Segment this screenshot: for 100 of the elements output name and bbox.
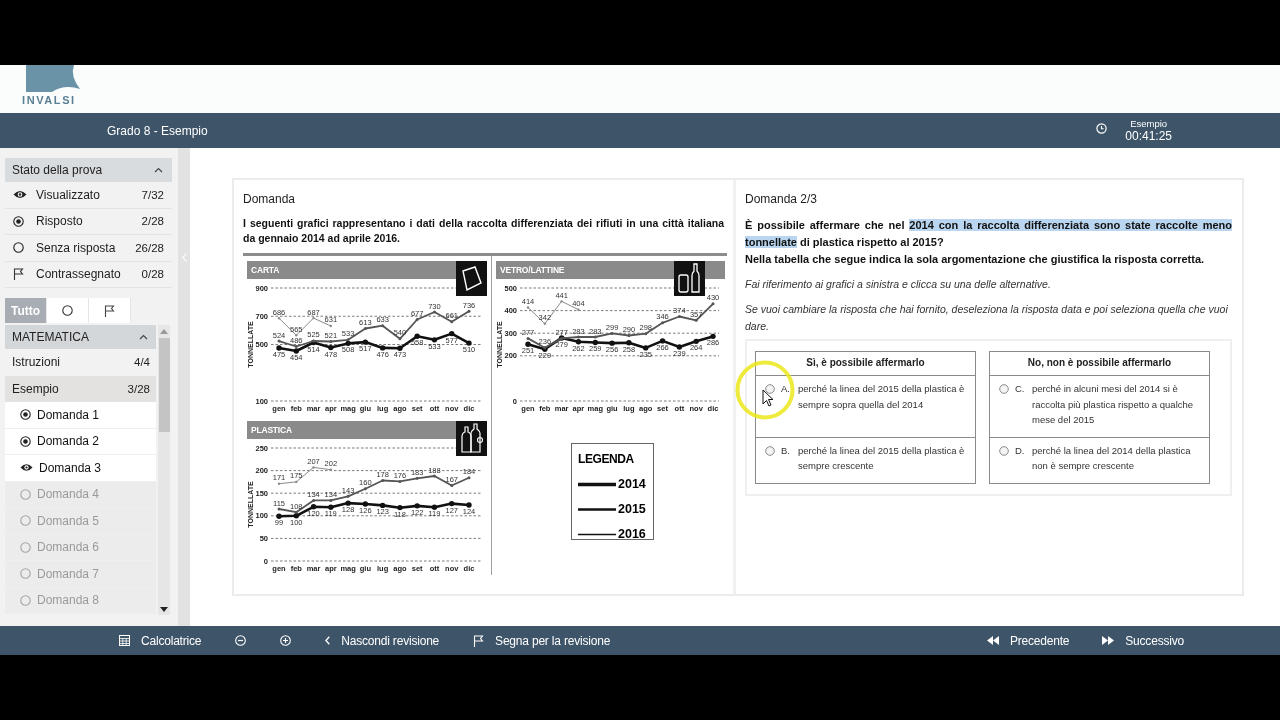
instruction-text: Nella tabella che segue indica la sola argomentazione che giustifica la risposta corretta. (745, 252, 1206, 267)
eye-icon (13, 190, 27, 200)
filter-tab[interactable] (89, 298, 131, 323)
data-point (398, 337, 402, 341)
option-text: perché la linea del 2014 della plastica non è sempre crescente (1032, 443, 1192, 473)
previous-button[interactable]: Precedente (986, 630, 1070, 651)
scrollbar-thumb[interactable] (158, 338, 170, 432)
data-point (466, 502, 472, 508)
data-point (362, 501, 369, 507)
circle-icon (13, 242, 24, 254)
data-point (414, 503, 420, 509)
scrollbar-track[interactable] (158, 325, 170, 615)
data-point (310, 504, 317, 510)
data-point (362, 339, 369, 345)
status-label: Visualizzato (36, 187, 100, 202)
status-label: Contrassegnato (36, 267, 121, 282)
hide-review-button[interactable]: Nascondi revisione (325, 630, 440, 651)
question-text: È possibile affermare che nel 2014 con la raccolta differenziata sono state raccolte meno tonnellate di plastica rispetto al 2015? (745, 218, 1232, 250)
data-point (710, 333, 716, 340)
data-point (329, 498, 333, 502)
data-point (626, 340, 632, 346)
radio-button[interactable] (999, 384, 1009, 394)
section-header[interactable]: MATEMATICA (5, 325, 156, 349)
scroll-up-arrow-icon[interactable] (160, 329, 168, 334)
data-point (643, 345, 649, 351)
data-point (560, 300, 563, 303)
data-point (276, 345, 282, 351)
option-letter: D. (1015, 443, 1026, 458)
data-point (415, 318, 419, 321)
data-point (379, 345, 386, 351)
next-button[interactable]: Successivo (1102, 630, 1184, 651)
bottles-icon (456, 421, 487, 456)
clock-icon (1096, 123, 1108, 134)
legend-label: 2015 (618, 502, 646, 517)
data-point (694, 318, 698, 322)
radio-dot-icon (13, 215, 24, 227)
hint-text: Fai riferimento ai grafici a sinistra e clicca su una delle alternative. (745, 277, 1052, 292)
logo-icon (24, 65, 80, 92)
circle-icon (20, 541, 31, 553)
data-point (295, 480, 298, 484)
legend-label: 2016 (618, 527, 646, 542)
radio-button[interactable] (999, 445, 1009, 456)
table-header-cell: Sì, è possibile affermarlo (755, 351, 976, 376)
data-point (414, 333, 420, 339)
circle-icon (20, 594, 31, 606)
data-point (677, 315, 681, 318)
data-point (363, 487, 367, 491)
zoom-out-icon[interactable] (235, 635, 247, 646)
hint-text: Se vuoi cambiare la risposta che hai fornito, deseleziona la risposta data e poi seleziona quella che vuoi dare. (745, 302, 1229, 334)
data-point (276, 513, 282, 519)
flag-icon (13, 268, 24, 281)
mark-for-review-button[interactable]: Segna per la revisione (473, 630, 611, 651)
radio-button[interactable] (765, 384, 775, 394)
radio-dot-icon (20, 435, 31, 447)
status-count: 0/28 (141, 268, 164, 281)
status-count: 2/28 (141, 215, 164, 228)
data-point (466, 340, 472, 346)
data-point (381, 324, 385, 328)
data-point (467, 309, 471, 313)
data-point (543, 322, 546, 325)
data-point (379, 502, 386, 509)
double-right-arrow-icon (1102, 636, 1115, 645)
chart-title: CARTA (251, 265, 280, 275)
data-point (449, 330, 455, 337)
filter-tab[interactable] (47, 298, 89, 323)
data-point (277, 339, 281, 343)
status-label: Senza risposta (36, 240, 116, 255)
data-point (577, 308, 580, 311)
data-point (659, 338, 666, 344)
data-point (277, 317, 281, 320)
data-point (661, 321, 665, 325)
question-list-item[interactable]: Domanda 2 (5, 428, 156, 455)
status-label: Risposto (36, 214, 83, 229)
chevron-left-icon (325, 636, 331, 645)
flag-icon (473, 634, 485, 647)
test-title: Grado 8 - Esempio (107, 123, 208, 138)
option-letter: A. (781, 382, 791, 396)
chart-title: PLASTICA (251, 425, 292, 435)
question-list-item[interactable]: Domanda 3 (5, 455, 156, 482)
calculator-icon (119, 635, 130, 646)
scroll-down-arrow-icon[interactable] (160, 607, 168, 612)
radio-button[interactable] (765, 445, 775, 456)
data-point (312, 466, 315, 469)
status-panel-header[interactable]: Stato della prova (5, 158, 172, 182)
data-point (711, 302, 715, 306)
intro-text: I seguenti grafici rappresentano i dati della raccolta differenziata dei rifiuti in una città italiana da gennaio 2014 ad aprile 2016. (243, 216, 724, 246)
bottle-and-can-icon (674, 261, 705, 296)
question-heading: Domanda 2/3 (745, 192, 819, 206)
item-count: 4/4 (134, 356, 150, 369)
question-list-item[interactable]: Domanda 1 (5, 402, 156, 429)
circle-icon (20, 515, 31, 527)
legend-line-icon (578, 532, 616, 537)
status-count: 26/28 (135, 241, 164, 254)
zoom-in-icon[interactable] (280, 635, 292, 646)
section-item[interactable]: Esempio 3/28 (5, 375, 156, 402)
data-point (295, 334, 298, 337)
calculator-button[interactable]: Calcolatrice (119, 630, 202, 651)
data-point (345, 500, 351, 506)
data-point (449, 500, 455, 507)
data-point (610, 331, 614, 335)
